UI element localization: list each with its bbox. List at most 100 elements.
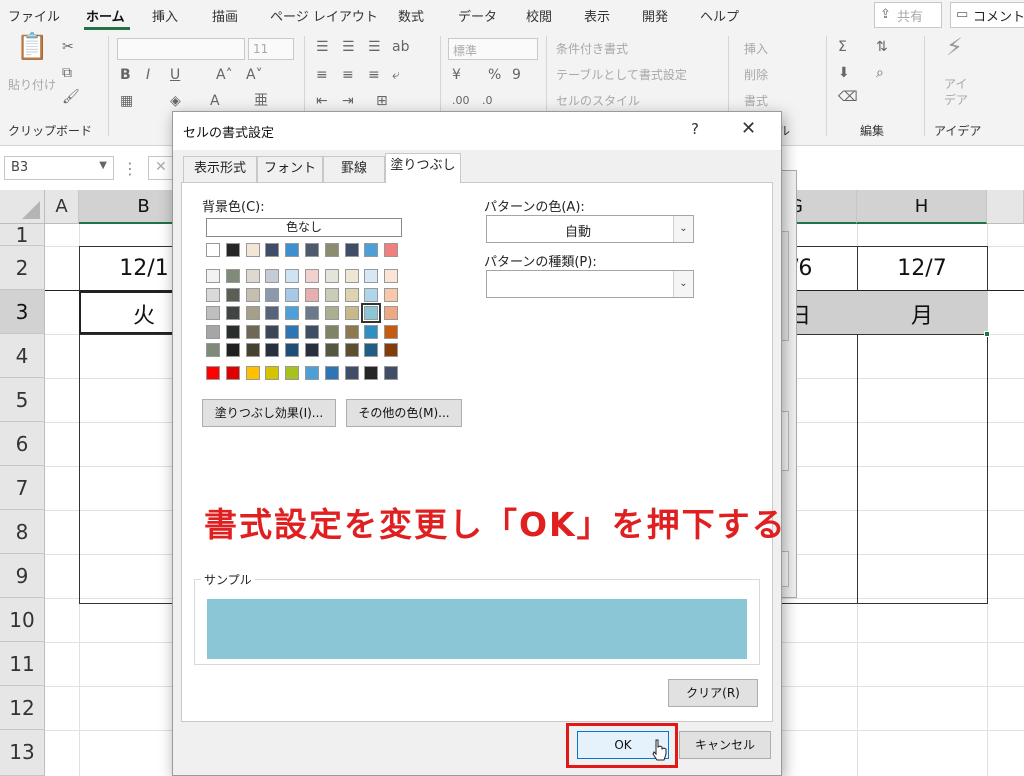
color-swatch[interactable] [265,306,280,320]
color-swatch[interactable] [305,366,319,380]
color-swatch[interactable] [324,306,339,320]
row-header-2[interactable]: 2 [0,246,45,290]
cut-icon[interactable]: ✂ [62,38,74,56]
color-swatch[interactable] [364,287,379,302]
color-swatch[interactable] [245,243,260,257]
color-swatch[interactable] [265,343,280,357]
color-swatch[interactable] [384,343,399,357]
tab-number-format[interactable]: 表示形式 [183,156,257,182]
format-cells-button[interactable]: 書式 [744,92,768,109]
decrease-indent-icon[interactable]: ⇤ [316,92,328,110]
number-format-box[interactable]: 標準 [448,38,538,60]
color-swatch[interactable] [324,269,339,283]
table-format-button[interactable]: テーブルとして書式設定 [556,66,687,83]
pattern-type-dropdown[interactable]: ⌄ [486,270,694,298]
color-swatch[interactable] [344,366,359,380]
currency-icon[interactable]: ¥ [452,66,461,84]
fill-icon[interactable]: ⬇ [838,64,850,82]
sort-filter-icon[interactable]: ⇅ [876,38,888,56]
clear-button[interactable]: クリア(R) [668,679,758,707]
color-swatch[interactable] [265,287,280,302]
color-swatch[interactable] [324,324,339,339]
phonetic-icon[interactable]: 亜 [254,92,268,110]
color-swatch[interactable] [324,287,339,302]
tab-view[interactable]: 表示 [584,6,610,25]
row-header-11[interactable]: 11 [0,642,45,686]
font-name-box[interactable] [117,38,245,60]
cell-h2[interactable]: 12/7 [857,256,987,281]
color-swatch[interactable] [344,343,359,357]
ideas-button-label[interactable]: アイデア [944,76,974,108]
conditional-format-button[interactable]: 条件付き書式 [556,40,628,57]
tab-review[interactable]: 校閲 [526,6,552,25]
color-swatch[interactable] [206,343,220,357]
color-swatch[interactable] [344,324,359,339]
color-swatch[interactable] [245,324,260,339]
align-right-icon[interactable]: ≡ [368,66,380,84]
close-icon[interactable]: ✕ [741,118,756,139]
color-swatch[interactable] [364,366,379,380]
row-header-1[interactable]: 1 [0,224,45,246]
row-header-5[interactable]: 5 [0,378,45,422]
color-swatch[interactable] [245,269,260,283]
color-swatch[interactable] [265,324,280,339]
clear-icon[interactable]: ⌫ [838,88,858,106]
color-swatch[interactable] [384,324,399,339]
color-swatch[interactable] [305,343,319,357]
cell-h3[interactable]: 月 [857,298,987,330]
column-header-i[interactable] [987,190,1024,224]
color-swatch[interactable] [305,287,319,302]
tab-draw[interactable]: 描画 [212,6,238,25]
font-size-box[interactable]: 11 [248,38,294,60]
font-color-icon[interactable]: A [210,92,220,110]
color-swatch[interactable] [206,366,220,380]
fill-effects-button[interactable]: 塗りつぶし効果(I)... [202,399,336,427]
increase-indent-icon[interactable]: ⇥ [342,92,354,110]
color-swatch[interactable] [265,269,280,283]
align-center-icon[interactable]: ≡ [342,66,354,84]
underline-icon[interactable]: U [170,66,180,84]
color-swatch[interactable] [305,306,319,320]
color-swatch[interactable] [324,343,339,357]
border-icon[interactable]: ▦ [120,92,133,110]
paste-label[interactable]: 貼り付け [8,76,56,93]
format-painter-icon[interactable]: 🖌 [62,88,80,106]
color-swatch[interactable] [265,366,280,380]
orientation-icon[interactable]: ab [392,38,409,56]
color-swatch[interactable] [361,303,382,323]
italic-icon[interactable]: I [146,66,150,84]
tab-help[interactable]: ヘルプ [700,6,739,25]
color-swatch[interactable] [344,287,359,302]
color-swatch[interactable] [206,287,220,302]
percent-icon[interactable]: % [488,66,501,84]
color-swatch[interactable] [384,306,399,320]
color-swatch[interactable] [285,243,300,257]
color-swatch[interactable] [384,269,399,283]
comma-icon[interactable]: 9 [512,66,521,84]
chevron-down-icon[interactable]: ▼ [99,160,107,171]
name-box[interactable]: B3 ▼ [4,156,114,180]
no-color-button[interactable]: 色なし [206,218,402,237]
color-swatch[interactable] [344,269,359,283]
align-top-icon[interactable]: ☰ [316,38,329,56]
color-swatch[interactable] [225,343,240,357]
color-swatch[interactable] [245,287,260,302]
color-swatch[interactable] [206,243,220,257]
fill-handle[interactable] [984,331,990,337]
color-swatch[interactable] [225,269,240,283]
share-button[interactable]: ⇪ 共有 [874,2,942,28]
color-swatch[interactable] [285,366,300,380]
color-swatch[interactable] [324,243,339,257]
color-swatch[interactable] [225,243,240,257]
tab-page-layout[interactable]: ページ レイアウト [270,6,378,25]
color-swatch[interactable] [364,324,379,339]
insert-cells-button[interactable]: 挿入 [744,40,768,57]
tab-home[interactable]: ホーム [86,6,125,25]
tab-formulas[interactable]: 数式 [398,6,424,25]
row-header-10[interactable]: 10 [0,598,45,642]
color-swatch[interactable] [384,287,399,302]
color-swatch[interactable] [245,306,260,320]
color-swatch[interactable] [225,366,240,380]
color-swatch[interactable] [305,324,319,339]
align-left-icon[interactable]: ≡ [316,66,328,84]
